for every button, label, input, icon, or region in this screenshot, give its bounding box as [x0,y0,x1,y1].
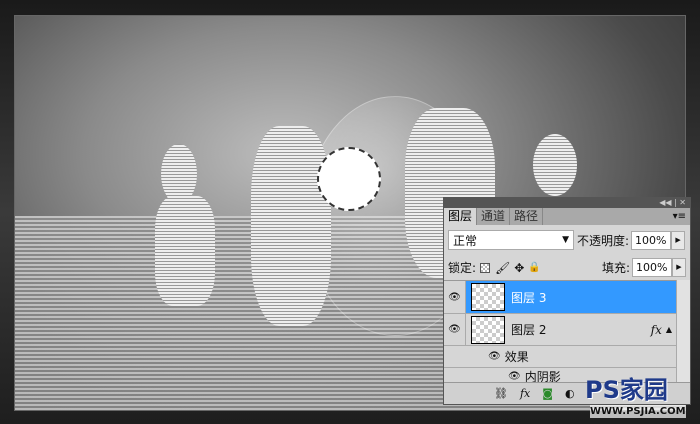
panel-menu-icon[interactable]: ▾≡ [673,208,686,225]
adjustment-layer-icon[interactable]: ◐ [565,387,575,400]
link-icon[interactable]: ⛓ [494,387,508,400]
tab-paths[interactable]: 路径 [510,208,544,225]
tab-layers[interactable]: 图层 [444,208,478,225]
paper-figure-head [161,144,197,204]
close-icon[interactable]: ✕ [679,198,686,208]
paper-figure [155,196,215,306]
expand-effects-icon[interactable]: ▲ [666,325,672,334]
fill-slider-button[interactable]: ▶ [672,258,686,277]
paper-figure [251,126,331,326]
paper-figure-head [533,134,577,196]
eye-icon[interactable]: 👁 [488,351,501,362]
layer-row-2[interactable]: 👁 图层 2 fx ▲ [444,314,676,346]
brush-icon[interactable]: 🖌 [495,261,510,275]
fx-icon[interactable]: fx [651,323,662,337]
effect-item-label: 内阴影 [524,369,561,384]
layers-list: 👁 图层 3 👁 图层 2 fx ▲ 👁 效果 👁 内阴影 [444,280,676,383]
layers-panel: ◀◀ | ✕ 图层 通道 路径 ▾≡ 正常 ▼ 不透明度: 100% ▶ 锁定: … [443,197,691,405]
eye-icon[interactable]: 👁 [508,371,521,382]
tab-channels[interactable]: 通道 [477,208,511,225]
add-mask-icon[interactable]: ◙ [542,387,553,400]
layer-thumbnail [471,283,505,311]
layer-thumbnail [471,315,505,344]
panel-titlebar[interactable]: ◀◀ | ✕ [444,198,690,208]
circle-selection[interactable] [317,147,381,211]
lock-icon[interactable]: 🔒 [528,262,540,273]
fill-input[interactable]: 100% [632,258,672,277]
lock-label: 锁定: [448,261,477,275]
eye-icon[interactable]: 👁 [444,314,466,345]
opacity-label: 不透明度: [577,233,630,248]
collapse-icon[interactable]: ◀◀ [659,198,671,208]
blend-mode-value: 正常 [453,233,478,248]
fill-label: 填充: [601,261,630,275]
layer-name[interactable]: 图层 3 [511,289,546,306]
watermark-url: WWW.PSJIA.COM [590,405,686,418]
opacity-input[interactable]: 100% [631,230,672,250]
layers-scrollbar[interactable] [676,280,690,383]
eye-icon[interactable]: 👁 [444,281,466,313]
effects-label: 效果 [504,350,529,364]
chevron-down-icon: ▼ [562,235,569,245]
layer-row-3[interactable]: 👁 图层 3 [444,281,676,314]
layer-name[interactable]: 图层 2 [511,321,546,338]
lock-transparency-icon[interactable] [480,262,491,273]
watermark-logo: PS家园 [585,376,668,404]
opacity-slider-button[interactable]: ▶ [671,230,686,250]
add-style-button[interactable]: fx [520,387,530,400]
move-icon[interactable]: ✥ [514,261,524,275]
effects-row[interactable]: 👁 效果 [444,346,676,368]
blend-mode-select[interactable]: 正常 ▼ [448,230,574,250]
